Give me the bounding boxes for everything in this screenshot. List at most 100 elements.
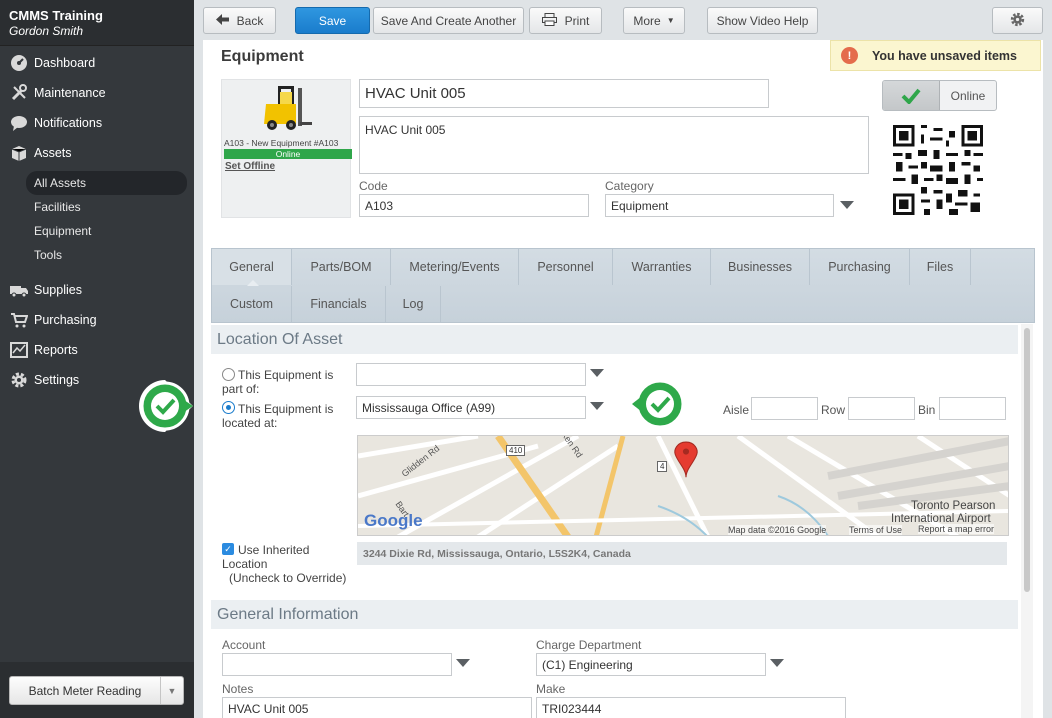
more-button[interactable]: More ▼ bbox=[623, 7, 685, 34]
unsaved-items-banner: ! You have unsaved items bbox=[830, 40, 1041, 71]
tab-personnel[interactable]: Personnel bbox=[519, 249, 613, 285]
back-button[interactable]: Back bbox=[203, 7, 276, 34]
boxes-icon bbox=[9, 144, 29, 162]
page-title: Equipment bbox=[221, 48, 304, 65]
gear-icon bbox=[1010, 12, 1025, 30]
subnav-facilities[interactable]: Facilities bbox=[0, 195, 194, 219]
settings-button[interactable] bbox=[992, 7, 1043, 34]
dashboard-icon bbox=[9, 54, 29, 72]
main-nav: Dashboard Maintenance Notifications Asse… bbox=[0, 48, 194, 168]
show-video-help-button[interactable]: Show Video Help bbox=[707, 7, 818, 34]
nav-dashboard-label: Dashboard bbox=[34, 56, 96, 70]
tools-icon bbox=[9, 84, 29, 102]
tab-warranties[interactable]: Warranties bbox=[613, 249, 711, 285]
qr-code-icon bbox=[893, 125, 983, 215]
nav-notifications-label: Notifications bbox=[34, 116, 103, 130]
unsaved-text: You have unsaved items bbox=[872, 48, 1017, 63]
map-report-error-link[interactable]: Report a map error bbox=[918, 524, 995, 534]
cart-icon bbox=[9, 311, 29, 329]
bin-input[interactable] bbox=[939, 397, 1006, 420]
online-toggle-label: Online bbox=[950, 88, 986, 103]
code-input[interactable]: A103 bbox=[359, 194, 589, 217]
nav-assets[interactable]: Assets bbox=[0, 138, 194, 168]
override-note: (Uncheck to Override) bbox=[229, 571, 347, 585]
tab-log[interactable]: Log bbox=[386, 286, 441, 322]
tab-metering-events[interactable]: Metering/Events bbox=[391, 249, 519, 285]
row-input[interactable] bbox=[848, 397, 915, 420]
nav-supplies-label: Supplies bbox=[34, 283, 82, 297]
caret-down-icon: ▼ bbox=[666, 16, 675, 25]
map-attribution: Map data ©2016 Google bbox=[728, 525, 827, 535]
charge-department-select[interactable]: (C1) Engineering bbox=[536, 653, 766, 676]
status-badge: Online bbox=[224, 149, 352, 159]
nav-reports[interactable]: Reports bbox=[0, 335, 194, 365]
sidebar-footer: Batch Meter Reading ▼ bbox=[0, 662, 194, 718]
location-map[interactable]: Glidden Rd Bart ken Rd 410 4 Toronto Pea… bbox=[357, 435, 1009, 536]
form-scrollbar[interactable] bbox=[1021, 324, 1033, 718]
batch-meter-reading-button[interactable]: Batch Meter Reading ▼ bbox=[9, 676, 184, 705]
online-toggle[interactable]: Online bbox=[882, 80, 997, 111]
callout-checkmark-left-icon bbox=[139, 380, 193, 432]
save-button[interactable]: Save bbox=[295, 7, 370, 34]
user-name: Gordon Smith bbox=[9, 24, 84, 38]
located-at-select[interactable]: Mississauga Office (A99) bbox=[356, 396, 586, 419]
more-label: More bbox=[633, 13, 661, 28]
gear-icon bbox=[9, 371, 29, 389]
inherited-address: 3244 Dixie Rd, Mississauga, Ontario, L5S… bbox=[357, 542, 1007, 565]
tab-financials[interactable]: Financials bbox=[292, 286, 386, 322]
sidebar: CMMS Training Gordon Smith Dashboard Mai… bbox=[0, 0, 194, 718]
use-inherited-location-label: Use Inherited Location bbox=[222, 543, 310, 571]
scrollbar-thumb[interactable] bbox=[1024, 328, 1030, 592]
save-and-create-another-button[interactable]: Save And Create Another bbox=[373, 7, 524, 34]
nav-maintenance[interactable]: Maintenance bbox=[0, 78, 194, 108]
account-dropdown-arrow-icon[interactable] bbox=[456, 659, 470, 667]
tab-purchasing[interactable]: Purchasing bbox=[810, 249, 910, 285]
forklift-icon bbox=[264, 86, 312, 130]
nav-settings-label: Settings bbox=[34, 373, 80, 387]
nav-dashboard[interactable]: Dashboard bbox=[0, 48, 194, 78]
part-of-dropdown-arrow-icon[interactable] bbox=[590, 369, 604, 377]
set-offline-link[interactable]: Set Offline bbox=[225, 161, 275, 172]
located-at-dropdown-arrow-icon[interactable] bbox=[590, 402, 604, 410]
nav-purchasing-label: Purchasing bbox=[34, 313, 97, 327]
subnav-equipment[interactable]: Equipment bbox=[0, 219, 194, 243]
subnav-tools[interactable]: Tools bbox=[0, 243, 194, 267]
tab-parts-bom[interactable]: Parts/BOM bbox=[292, 249, 391, 285]
print-button[interactable]: Print bbox=[529, 7, 602, 34]
nav-supplies[interactable]: Supplies bbox=[0, 275, 194, 305]
nav-notifications[interactable]: Notifications bbox=[0, 108, 194, 138]
truck-icon bbox=[9, 281, 29, 299]
category-select[interactable]: Equipment bbox=[605, 194, 834, 217]
tab-files[interactable]: Files bbox=[910, 249, 971, 285]
toolbar: Back Save Save And Create Another Print … bbox=[194, 0, 1052, 40]
chevron-down-icon[interactable]: ▼ bbox=[161, 686, 183, 696]
equipment-name-input[interactable]: HVAC Unit 005 bbox=[359, 79, 769, 108]
equipment-description-textarea[interactable]: HVAC Unit 005 bbox=[359, 116, 869, 174]
nav-purchasing[interactable]: Purchasing bbox=[0, 305, 194, 335]
map-terms-link[interactable]: Terms of Use bbox=[849, 525, 903, 535]
category-label: Category bbox=[605, 179, 654, 193]
highway-4-shield: 4 bbox=[657, 461, 668, 472]
tab-businesses[interactable]: Businesses bbox=[711, 249, 810, 285]
highway-410-shield: 410 bbox=[506, 445, 526, 456]
charge-department-dropdown-arrow-icon[interactable] bbox=[770, 659, 784, 667]
notes-input[interactable]: HVAC Unit 005 bbox=[222, 697, 532, 718]
subnav-all-assets[interactable]: All Assets bbox=[26, 171, 187, 195]
chart-icon bbox=[9, 341, 29, 359]
assets-subnav: All Assets Facilities Equipment Tools bbox=[0, 171, 194, 267]
bin-label: Bin bbox=[918, 403, 936, 417]
callout-checkmark-right-icon bbox=[632, 379, 685, 429]
part-of-select[interactable] bbox=[356, 363, 586, 386]
map-airport-label: Toronto Pearson bbox=[911, 500, 996, 512]
account-select[interactable] bbox=[222, 653, 452, 676]
record-tabs: General Parts/BOM Metering/Events Person… bbox=[211, 248, 1035, 323]
chat-bubble-icon bbox=[9, 114, 29, 132]
make-input[interactable]: TRI023444 bbox=[536, 697, 846, 718]
checkmark-icon bbox=[883, 81, 940, 110]
aisle-input[interactable] bbox=[751, 397, 818, 420]
nav-maintenance-label: Maintenance bbox=[34, 86, 106, 100]
save-label: Save bbox=[318, 13, 347, 28]
tab-custom[interactable]: Custom bbox=[212, 286, 292, 322]
print-label: Print bbox=[564, 13, 590, 28]
category-dropdown-arrow-icon[interactable] bbox=[840, 201, 854, 209]
